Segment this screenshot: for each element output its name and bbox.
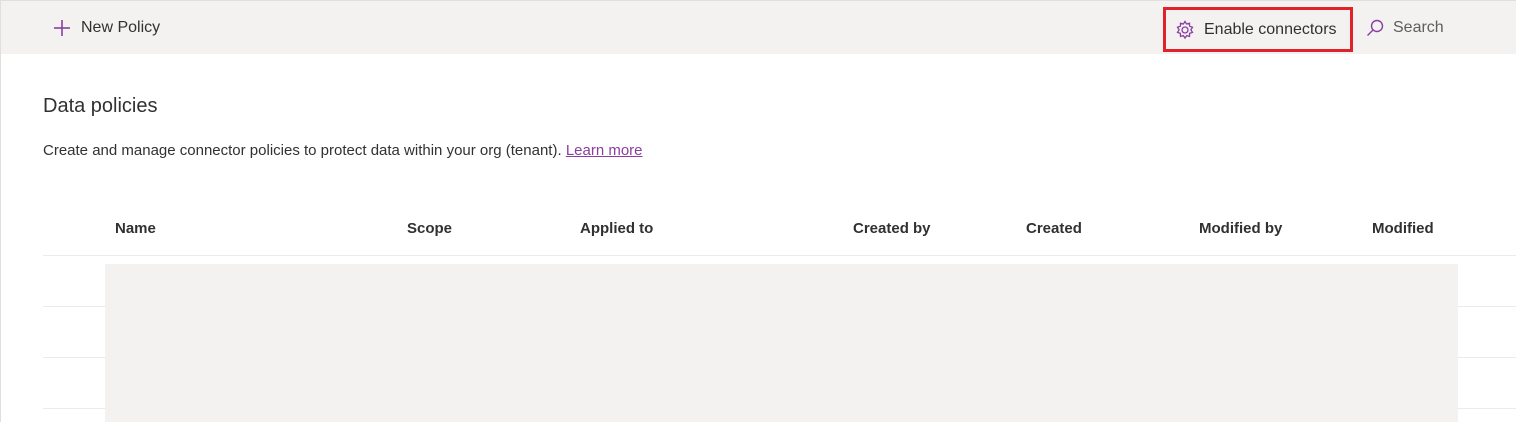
column-header-created[interactable]: Created bbox=[1026, 220, 1082, 237]
enable-connectors-label: Enable connectors bbox=[1204, 20, 1337, 38]
column-header-modified[interactable]: Modified bbox=[1372, 220, 1434, 237]
search-label: Search bbox=[1393, 19, 1444, 36]
description-text: Create and manage connector policies to … bbox=[43, 142, 562, 159]
column-header-modified-by[interactable]: Modified by bbox=[1199, 220, 1282, 237]
plus-icon bbox=[51, 17, 73, 39]
table-header: Name Scope Applied to Created by Created… bbox=[43, 206, 1516, 256]
new-policy-label: New Policy bbox=[81, 19, 161, 36]
new-policy-button[interactable]: New Policy bbox=[51, 15, 160, 41]
enable-connectors-button[interactable]: Enable connectors bbox=[1163, 7, 1353, 52]
learn-more-link[interactable]: Learn more bbox=[566, 142, 643, 159]
column-header-name[interactable]: Name bbox=[115, 220, 156, 237]
gear-icon bbox=[1174, 19, 1196, 41]
column-header-applied-to[interactable]: Applied to bbox=[580, 220, 653, 237]
page-title: Data policies bbox=[43, 95, 158, 117]
table-loading-placeholder bbox=[105, 264, 1458, 422]
app-frame: New Policy Enable connectors Search Data… bbox=[0, 0, 1516, 422]
command-bar: New Policy Enable connectors Search bbox=[1, 1, 1516, 54]
search-icon bbox=[1365, 18, 1385, 38]
page-description: Create and manage connector policies to … bbox=[43, 142, 643, 159]
column-header-scope[interactable]: Scope bbox=[407, 220, 452, 237]
search-box[interactable]: Search bbox=[1365, 15, 1444, 41]
column-header-created-by[interactable]: Created by bbox=[853, 220, 931, 237]
